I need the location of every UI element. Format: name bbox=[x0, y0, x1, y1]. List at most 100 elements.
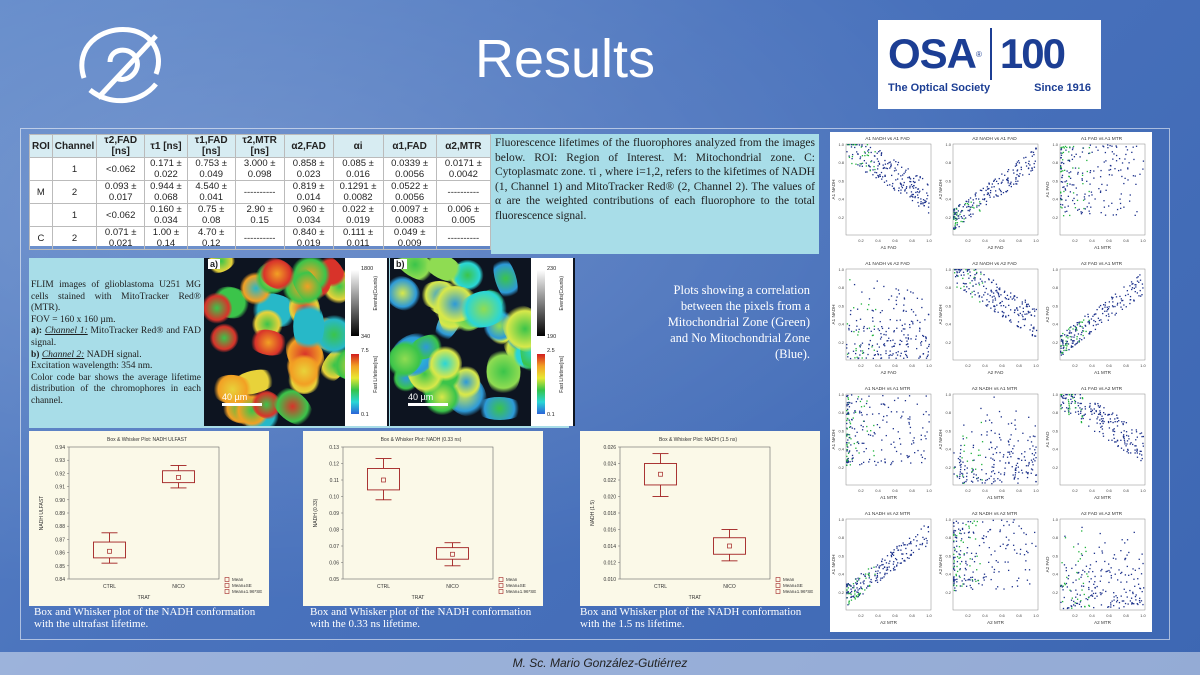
scatter-point bbox=[1129, 295, 1132, 298]
osa-tagline: The Optical Society bbox=[888, 82, 991, 94]
scatter-point bbox=[1083, 337, 1085, 339]
scatter-point bbox=[901, 415, 903, 417]
scatter-point bbox=[889, 560, 891, 562]
scatter-point bbox=[975, 192, 977, 194]
x-axis-label: TRAT bbox=[412, 595, 425, 601]
scatter-point bbox=[1069, 214, 1071, 217]
scatter-point bbox=[1078, 551, 1080, 553]
scatter-point bbox=[1101, 420, 1103, 423]
scatter-point bbox=[916, 194, 919, 196]
scatter-point bbox=[1071, 605, 1073, 608]
scatter-point bbox=[1077, 560, 1079, 562]
scatter-point bbox=[1139, 173, 1141, 175]
scatter-point bbox=[953, 569, 956, 571]
y-tick-label: 0.018 bbox=[603, 511, 616, 517]
legend-marker bbox=[498, 589, 504, 594]
scatter-point bbox=[903, 544, 905, 546]
scatter-point bbox=[990, 307, 992, 309]
scatter-point bbox=[982, 537, 985, 540]
scatter-point bbox=[1016, 161, 1019, 163]
y-tick-label: 0.06 bbox=[329, 561, 339, 567]
scatter-point bbox=[1102, 422, 1104, 425]
colorbar-b-gray-max: 230 bbox=[547, 266, 557, 272]
osa-wordmark: OSA bbox=[888, 30, 977, 77]
table-cell: 0.171 ± 0.022 bbox=[144, 157, 188, 181]
scatter-point bbox=[955, 520, 958, 522]
scatter-point bbox=[913, 177, 915, 180]
y-tick-label: 0.6 bbox=[945, 553, 951, 558]
scatter-point bbox=[1105, 570, 1107, 573]
scatter-point bbox=[874, 580, 877, 582]
scatter-point bbox=[905, 353, 907, 356]
scatter-point bbox=[911, 193, 913, 196]
scatter-point bbox=[976, 478, 978, 480]
scatter-point bbox=[1131, 288, 1133, 291]
scatter-point bbox=[1019, 312, 1021, 315]
scatter-point bbox=[991, 446, 993, 449]
scatter-point bbox=[910, 184, 913, 186]
scatter-point bbox=[921, 298, 923, 300]
scatter-point bbox=[857, 396, 860, 398]
x-category-label: CTRL bbox=[103, 584, 116, 590]
scatter-point bbox=[926, 542, 928, 544]
scatter-point bbox=[846, 347, 848, 349]
x-tick-label: 1.0 bbox=[1140, 613, 1146, 618]
scatter-point bbox=[890, 554, 892, 557]
scatter-point bbox=[1070, 599, 1073, 601]
scatter-point bbox=[853, 307, 855, 309]
scatter-point bbox=[1097, 149, 1099, 151]
scatter-point bbox=[1002, 191, 1005, 194]
scatter-point bbox=[873, 287, 875, 289]
scatter-point bbox=[881, 558, 884, 560]
scatter-point bbox=[849, 426, 852, 428]
scatter-point bbox=[1088, 323, 1090, 325]
scatter-point bbox=[914, 452, 916, 454]
x-axis-label: A1 MTR bbox=[987, 495, 1005, 500]
scatter-point bbox=[1018, 525, 1020, 527]
mean-marker bbox=[381, 477, 386, 483]
scatter-point bbox=[964, 567, 967, 570]
scatter-point bbox=[953, 215, 955, 217]
scatter-point bbox=[1123, 600, 1125, 602]
scatter-point bbox=[875, 177, 877, 179]
scatter-point bbox=[854, 146, 856, 149]
scatter-point bbox=[1014, 472, 1017, 474]
box-plot-title: Box & Whisker Plot: NADH ULFAST bbox=[107, 437, 187, 443]
y-tick-label: 0.4 bbox=[838, 572, 844, 577]
scatter-point bbox=[1060, 404, 1062, 406]
scatter-point bbox=[1007, 569, 1010, 572]
table-cell: 0.819 ± 0.014 bbox=[283, 180, 334, 204]
colorbar-b-life-min: 0.1 bbox=[547, 412, 555, 418]
scatter-point bbox=[1107, 144, 1109, 146]
x-tick-label: 0.6 bbox=[1106, 363, 1112, 368]
scatter-point bbox=[1114, 168, 1116, 170]
scatter-point bbox=[964, 217, 967, 219]
colorbar-b: 230 190 Events(Counts) 2.5 0.1 Fast Life… bbox=[531, 258, 573, 426]
scatter-point bbox=[1065, 397, 1067, 399]
x-tick-label: 0.4 bbox=[1089, 613, 1095, 618]
scatter-point bbox=[956, 570, 959, 573]
scatter-point bbox=[999, 451, 1001, 454]
scatter-point bbox=[953, 553, 955, 556]
scatter-point bbox=[1096, 418, 1098, 420]
scatter-point bbox=[1072, 346, 1074, 348]
scatter-point bbox=[1060, 354, 1062, 356]
scatter-point bbox=[987, 188, 989, 190]
scatter-point bbox=[1015, 178, 1017, 180]
scatter-point bbox=[866, 154, 868, 156]
scatter-point bbox=[1074, 394, 1076, 396]
scatter-point bbox=[972, 468, 974, 471]
scatter-point bbox=[927, 194, 929, 197]
scatter-point bbox=[1088, 332, 1091, 334]
scatter-point bbox=[984, 198, 986, 200]
scatter-point bbox=[973, 277, 975, 280]
x-tick-label: 0.4 bbox=[875, 613, 881, 618]
scatter-point bbox=[852, 587, 854, 589]
scatter-point bbox=[1121, 162, 1124, 164]
scatter-point bbox=[1076, 342, 1078, 345]
scatter-point bbox=[1139, 453, 1141, 455]
scatter-point bbox=[1104, 306, 1106, 308]
scatter-point bbox=[1030, 314, 1032, 316]
scatter-point bbox=[1061, 204, 1064, 206]
scatter-point bbox=[1092, 570, 1094, 573]
